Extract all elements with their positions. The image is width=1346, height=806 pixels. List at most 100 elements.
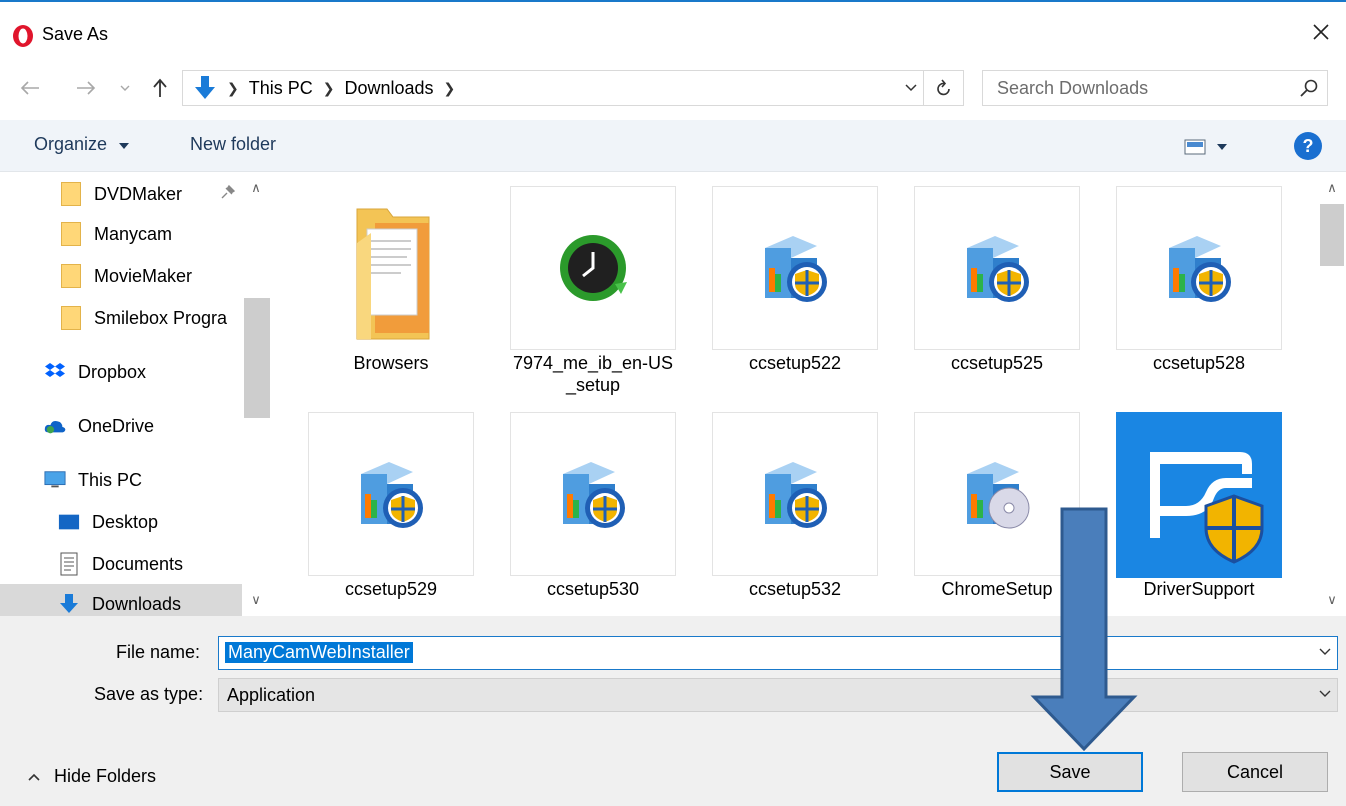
nav-item-this-pc[interactable]: This PC (44, 460, 142, 500)
installer-icon (1169, 236, 1231, 302)
breadcrumb-separator[interactable]: ❯ (444, 80, 456, 97)
close-button[interactable] (1296, 6, 1346, 58)
command-toolbar: Organize New folder ? (0, 120, 1346, 172)
save-button[interactable]: Save (997, 752, 1143, 792)
nav-item-label: Dropbox (78, 361, 147, 382)
file-scrollbar[interactable]: ∧ ∨ (1318, 172, 1346, 616)
dropbox-icon (45, 363, 65, 377)
breadcrumb-item-this-pc[interactable]: This PC (249, 78, 313, 99)
scroll-down-button[interactable]: ∨ (242, 588, 270, 612)
arrow-left-icon (20, 81, 39, 95)
address-row: ❯ This PC ❯ Downloads ❯ Search Downloads (0, 66, 1346, 110)
installer-icon (765, 236, 827, 302)
nav-item-dropbox[interactable]: Dropbox (44, 352, 146, 392)
nav-item-downloads[interactable]: Downloads (0, 584, 242, 616)
file-name: ccsetup522 (748, 353, 842, 373)
chevron-down-icon[interactable] (1317, 645, 1333, 659)
documents-icon (60, 552, 78, 576)
organize-label: Organize (34, 134, 108, 154)
folder-icon (356, 208, 430, 340)
file-item-ccsetup525[interactable]: ccsetup525 (914, 172, 1080, 402)
breadcrumb: ❯ This PC ❯ Downloads ❯ (193, 71, 455, 105)
save-type-select[interactable]: Application (218, 678, 1338, 712)
pin-icon (221, 184, 236, 199)
file-name: DriverSupport (1143, 579, 1255, 599)
scrollbar-thumb[interactable] (1320, 204, 1344, 266)
onedrive-icon (44, 420, 66, 434)
hide-folders-label: Hide Folders (54, 766, 157, 786)
search-placeholder: Search Downloads (997, 78, 1149, 98)
cancel-button[interactable]: Cancel (1182, 752, 1328, 792)
file-name: ChromeSetup (941, 579, 1053, 599)
file-item-browsers[interactable]: Browsers (308, 172, 474, 402)
nav-item-onedrive[interactable]: OneDrive (44, 406, 154, 446)
file-name-value: ManyCamWebInstaller (225, 642, 413, 663)
folder-icon (61, 222, 81, 246)
file-name-field[interactable]: ManyCamWebInstaller (218, 636, 1338, 670)
file-item-ccsetup522[interactable]: ccsetup522 (712, 172, 878, 402)
computer-icon (44, 471, 66, 488)
desktop-icon (58, 514, 80, 530)
new-folder-button[interactable]: New folder (190, 134, 276, 155)
nav-item-label: Manycam (94, 223, 173, 244)
scroll-down-button[interactable]: ∨ (1318, 588, 1346, 612)
nav-item-manycam[interactable]: Manycam (60, 214, 172, 254)
folder-icon (61, 264, 81, 288)
file-item-driversupport[interactable]: DriverSupport (1116, 398, 1282, 616)
address-bar[interactable]: ❯ This PC ❯ Downloads ❯ (182, 70, 964, 106)
forward-button[interactable] (72, 74, 100, 102)
breadcrumb-separator: ❯ (322, 79, 335, 96)
nav-item-documents[interactable]: Documents (58, 544, 183, 584)
scroll-up-button[interactable]: ∧ (242, 176, 270, 200)
breadcrumb-separator: ❯ (227, 79, 239, 96)
nav-item-label: DVDMaker (94, 183, 183, 204)
downloads-icon (195, 76, 215, 99)
file-item-ccsetup530[interactable]: ccsetup530 (510, 398, 676, 616)
up-button[interactable] (146, 74, 174, 102)
organize-menu-button[interactable]: Organize (34, 134, 130, 155)
chevron-down-icon (1319, 690, 1331, 697)
file-list-pane: Browsers 7974_me_ib_en-US_setup ccsetup5… (272, 172, 1346, 616)
file-name: ccsetup530 (546, 579, 640, 599)
change-view-button[interactable] (1184, 134, 1246, 160)
installer-disc-icon (967, 462, 1030, 529)
address-dropdown-button[interactable] (899, 71, 923, 105)
clock-refresh-icon (560, 235, 627, 301)
search-input[interactable]: Search Downloads (982, 70, 1328, 106)
file-item-ccsetup529[interactable]: ccsetup529 (308, 398, 474, 616)
chevron-up-icon (28, 773, 40, 781)
title-bar: Save As (0, 4, 1346, 62)
file-name: ccsetup532 (748, 579, 842, 599)
save-type-label: Save as type: (94, 684, 204, 704)
nav-scrollbar[interactable]: ∧ ∨ (242, 172, 270, 616)
save-form-panel: File name: ManyCamWebInstaller Save as t… (0, 616, 1346, 806)
hide-folders-button[interactable]: Hide Folders (28, 766, 156, 787)
file-name: ccsetup525 (950, 353, 1044, 373)
nav-item-label: This PC (78, 469, 143, 490)
recent-locations-button[interactable] (116, 74, 134, 102)
save-type-value: Application (227, 685, 316, 705)
back-button[interactable] (16, 74, 44, 102)
nav-item-label: MovieMaker (94, 265, 193, 286)
file-item-7974-setup[interactable]: 7974_me_ib_en-US_setup (510, 172, 676, 402)
refresh-button[interactable] (923, 71, 963, 105)
file-item-ccsetup532[interactable]: ccsetup532 (712, 398, 878, 616)
nav-item-moviemaker[interactable]: MovieMaker (60, 256, 192, 296)
scrollbar-thumb[interactable] (244, 298, 270, 418)
file-name: 7974_me_ib_en-US_setup (512, 353, 674, 395)
breadcrumb-item-downloads[interactable]: Downloads (344, 78, 433, 99)
driversupport-icon (1116, 412, 1282, 578)
nav-item-label: Downloads (92, 593, 182, 614)
installer-icon (563, 462, 625, 528)
file-item-chromesetup[interactable]: ChromeSetup (914, 398, 1080, 616)
file-item-ccsetup528[interactable]: ccsetup528 (1116, 172, 1282, 402)
save-as-dialog: Save As ❯ This PC ❯ Downloads ❯ Search D… (0, 0, 1346, 806)
nav-item-label: Documents (92, 553, 184, 574)
scroll-up-button[interactable]: ∧ (1318, 176, 1346, 200)
nav-item-dvdmaker[interactable]: DVDMaker (60, 174, 182, 214)
window-title: Save As (42, 24, 109, 44)
nav-item-smilebox[interactable]: Smilebox Progra (60, 298, 227, 338)
nav-item-label: Smilebox Progra (94, 307, 228, 328)
nav-item-desktop[interactable]: Desktop (58, 502, 158, 542)
help-button[interactable]: ? (1294, 132, 1322, 160)
